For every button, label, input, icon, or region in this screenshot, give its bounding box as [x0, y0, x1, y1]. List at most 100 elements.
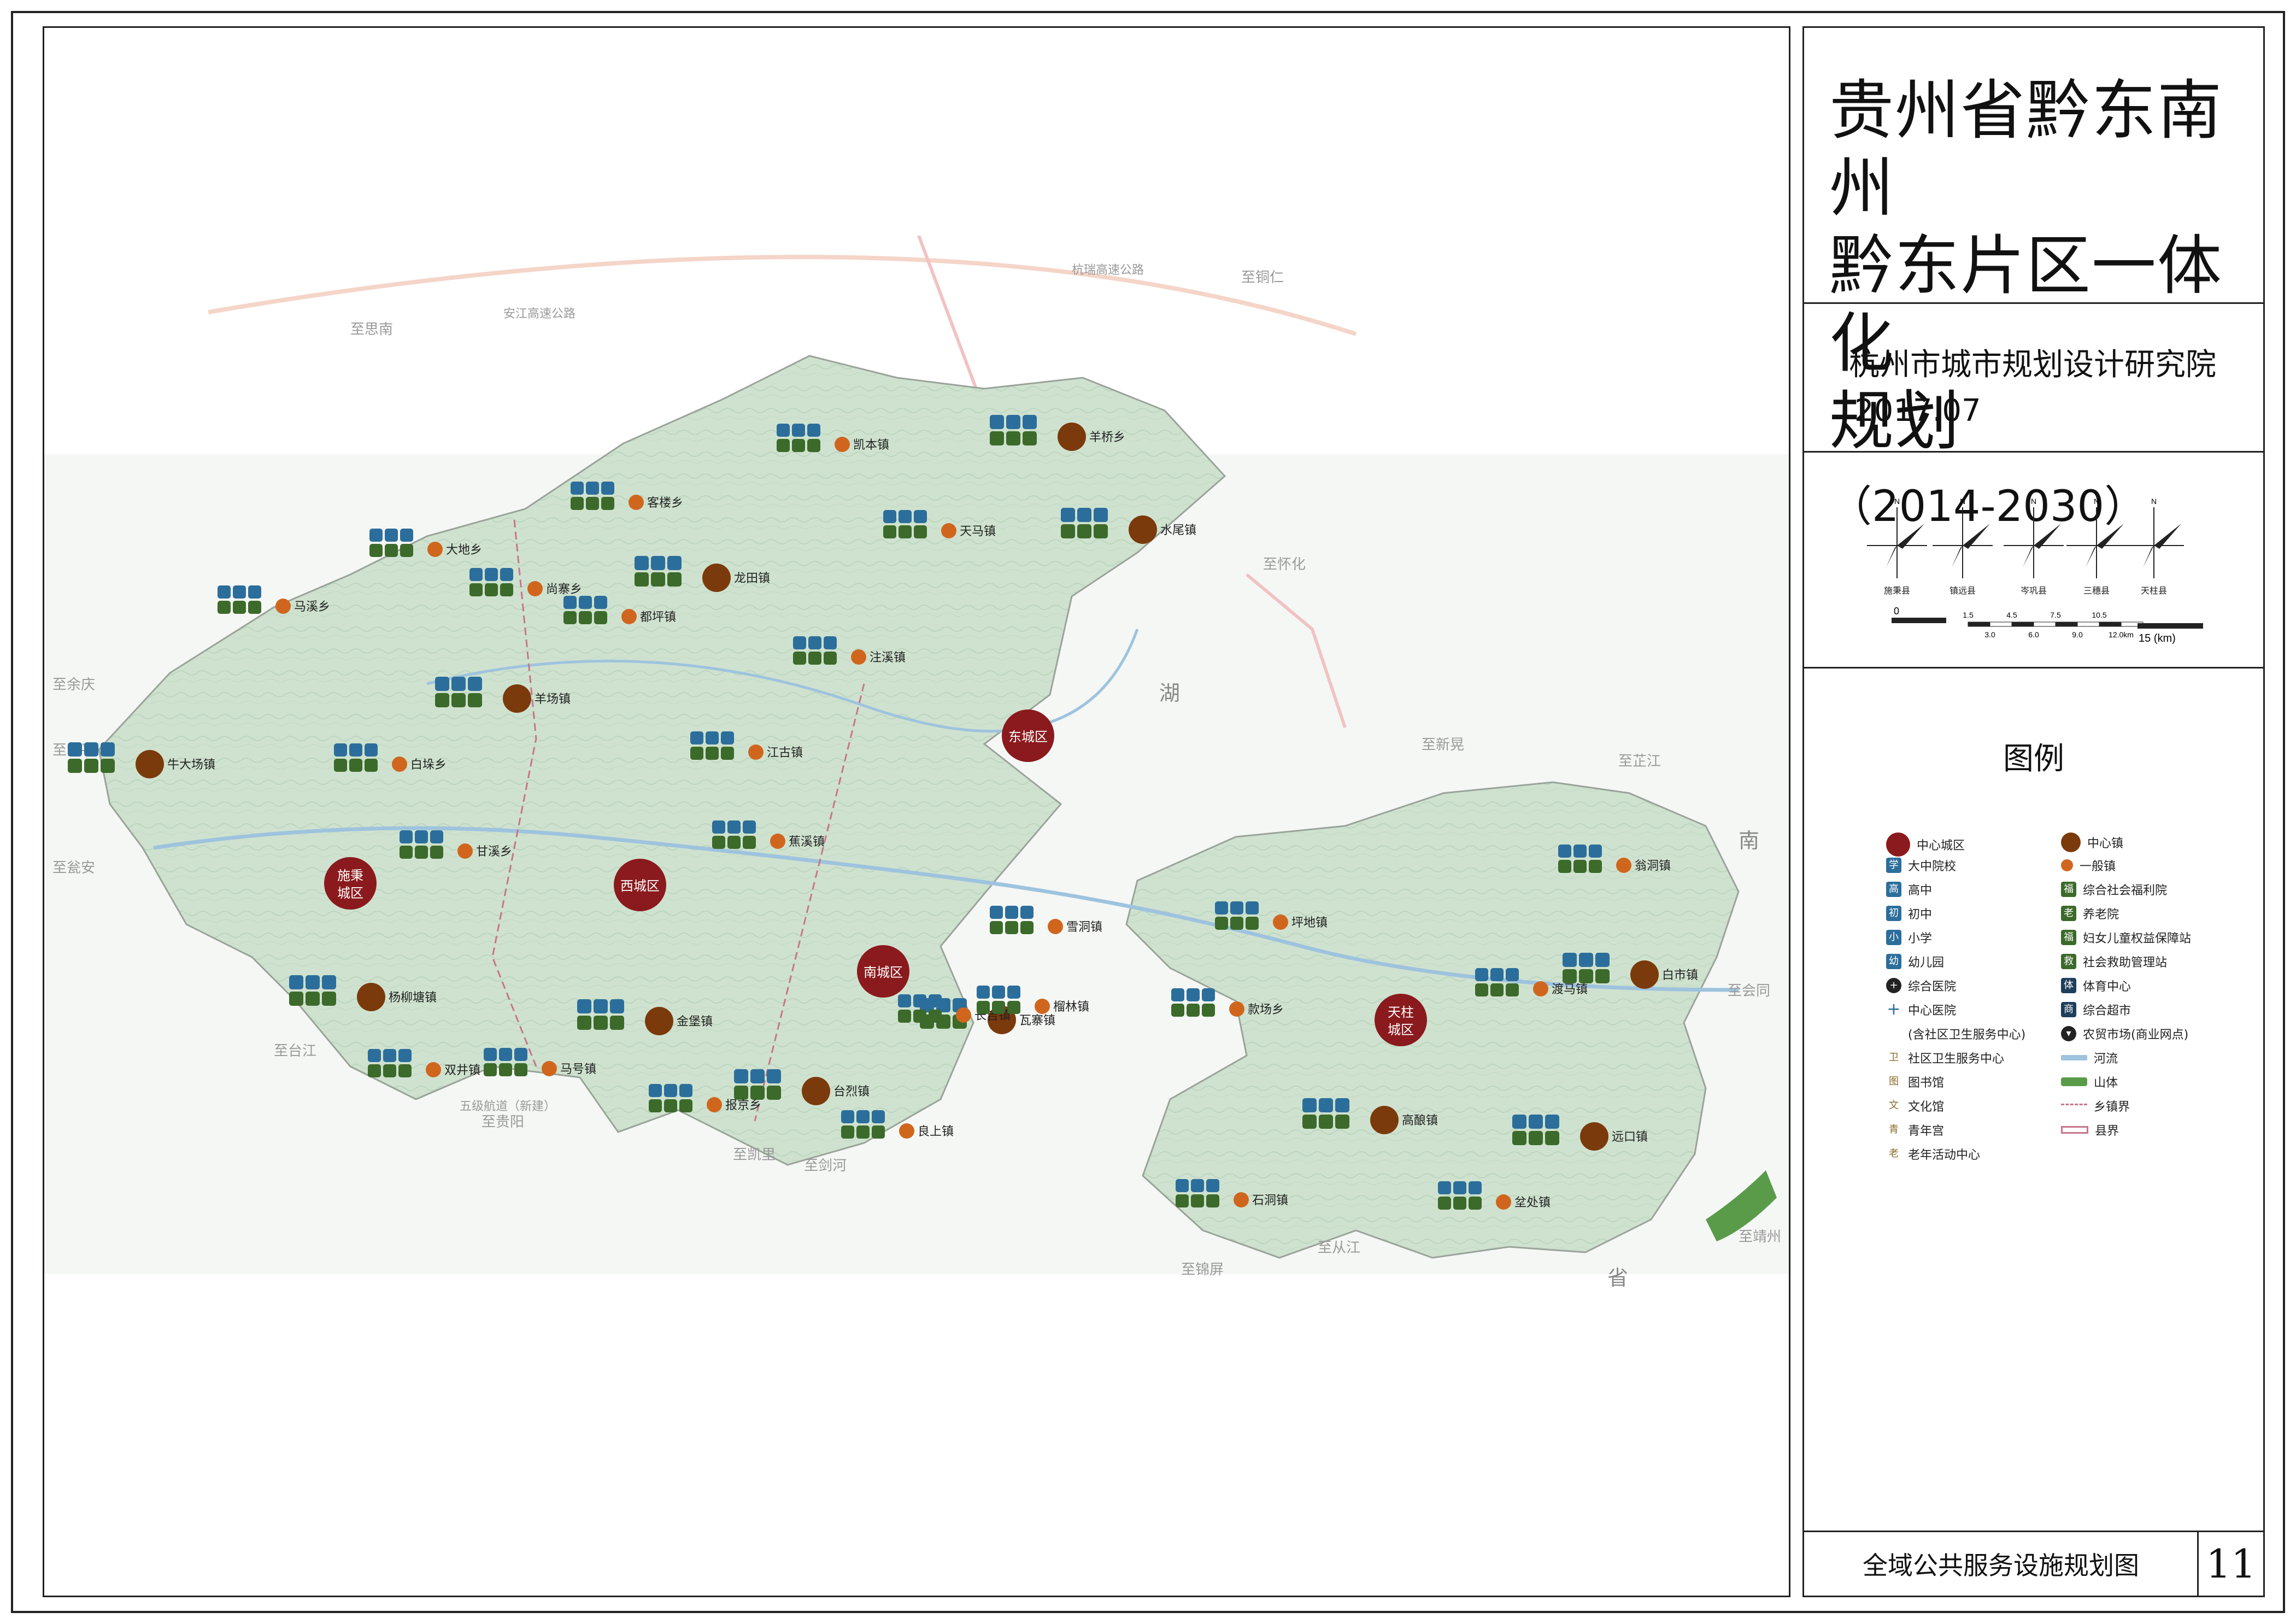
facility-chip	[1475, 968, 1488, 981]
general-town-11	[770, 834, 785, 849]
general-town-label: 报京乡	[725, 1098, 761, 1112]
facility-chip	[649, 1084, 662, 1097]
legend-item: ▾ 农贸市场(商业网点)	[2061, 1025, 2188, 1042]
facility-chip	[1573, 860, 1587, 873]
general-town-8	[748, 744, 764, 760]
title-line-1: 贵州省黔东南州	[1829, 73, 2223, 226]
facility-chip	[610, 999, 624, 1013]
district-label: 天柱	[1388, 1005, 1414, 1020]
facility-chip	[1006, 415, 1020, 429]
legend-item: 学大中院校	[1886, 857, 1956, 874]
label-nan: 南	[1739, 830, 1759, 853]
facility-chip	[1595, 969, 1610, 983]
scale-tick-label: 10.5	[2092, 611, 2106, 619]
facility-chip	[883, 510, 896, 523]
label-anjiang-highway: 安江高速公路	[503, 307, 576, 320]
plus-icon: +	[1887, 1000, 1901, 1019]
facility-chip	[1438, 1197, 1451, 1210]
legend-glyph-icon: 高	[1886, 882, 1901, 897]
facility-chip	[914, 510, 927, 523]
wind-rose-and-scale: N 施秉县 N 镇远县 N 岑巩县 N 三穗县 N 天柱县 0 1.5 3.0 4.5 6.0 7.5 9.…	[1867, 497, 2203, 644]
facility-chip	[727, 820, 741, 834]
legend-block: 图例 中心城区学大中院校高高中初初中小小学幼幼儿园 + 综合医院 + 中心医院 (含社区卫…	[1804, 669, 2263, 1532]
facility-chip	[793, 652, 806, 665]
general-town-label: 凯本镇	[853, 438, 889, 452]
town-boundary-icon	[2061, 1103, 2087, 1109]
legend-label: 山体	[2094, 1076, 2118, 1090]
general-town-21	[542, 1061, 557, 1076]
center-town-0	[1058, 423, 1086, 451]
facility-chip	[1007, 986, 1020, 999]
facility-chip	[610, 1016, 624, 1030]
general-town-20	[707, 1097, 722, 1112]
general-town-label: 尚寨乡	[546, 582, 582, 596]
facility-chip	[577, 1016, 591, 1030]
facility-chip	[977, 1001, 990, 1014]
general-town-label: 蕉溪镇	[789, 835, 825, 848]
facility-chip	[1094, 508, 1108, 522]
label-to-jingzhou: 至靖州	[1739, 1228, 1781, 1245]
legend-glyph-icon: 老	[1889, 1148, 1899, 1159]
facility-chip	[679, 1099, 692, 1112]
facility-chip	[712, 820, 725, 834]
legend-glyph-icon: 福	[2061, 930, 2076, 945]
facility-chip	[468, 677, 482, 691]
facility-chip	[1512, 1115, 1526, 1129]
facility-chip	[469, 583, 483, 596]
facility-chip	[322, 992, 336, 1006]
facility-chip	[808, 636, 821, 649]
legend-label: 中心城区	[1917, 839, 1965, 853]
center-town-label: 远口镇	[1612, 1130, 1648, 1144]
legend-label: 图书馆	[1908, 1076, 1945, 1090]
legend-item: 小小学	[1886, 929, 1932, 946]
facility-chip	[1506, 983, 1519, 996]
legend-item: 福综合社会福利院	[2061, 881, 2167, 898]
facility-chip	[1023, 415, 1037, 429]
general-town-label: 马溪乡	[294, 600, 330, 613]
facility-chip	[856, 1125, 870, 1139]
label-to-tongren: 至铜仁	[1241, 269, 1284, 285]
facility-chip	[1202, 988, 1215, 1001]
facility-chip	[1469, 1181, 1482, 1194]
facility-chip	[841, 1110, 854, 1123]
facility-chip	[334, 759, 347, 772]
facility-chip	[485, 568, 498, 581]
legend-item: 文文化馆	[1886, 1097, 1944, 1115]
center-town-label: 台烈镇	[833, 1084, 870, 1098]
center-town-6	[645, 1007, 673, 1035]
facility-chip	[68, 759, 82, 773]
legend-label: 中心医院	[1908, 1004, 1957, 1018]
facility-chip	[1545, 1115, 1559, 1129]
general-town-label: 都坪镇	[640, 610, 676, 624]
center-town-label: 羊桥乡	[1089, 430, 1125, 444]
legend-item: 卫社区卫生服务中心	[1886, 1049, 2004, 1066]
center-town-5	[357, 983, 385, 1011]
facility-chip	[365, 759, 378, 772]
center-town-7	[802, 1077, 830, 1105]
facility-chip	[841, 1125, 854, 1139]
facility-chip	[383, 1064, 396, 1077]
facility-chip	[485, 583, 498, 596]
district-label: 城区	[337, 886, 363, 901]
county-boundary-icon	[2061, 1126, 2088, 1134]
legend-glyph-icon: 幼	[1886, 954, 1901, 969]
facility-chip	[469, 568, 483, 581]
compass-scale-block: N 施秉县 N 镇远县 N 岑巩县 N 三穗县 N 天柱县 0 1.5 3.0 4.5 6.0 7.5 9.…	[1804, 453, 2263, 669]
facility-chip	[706, 747, 719, 760]
facility-chip	[400, 830, 413, 843]
svg-text:N: N	[2151, 497, 2157, 506]
legend-label: 综合社会福利院	[2083, 884, 2168, 898]
legend-glyph-icon: 卫	[1889, 1052, 1899, 1063]
general-town-label: 大地乡	[446, 543, 482, 556]
facility-chip	[721, 731, 734, 744]
facility-chip	[651, 572, 665, 587]
facility-chip	[594, 1016, 608, 1030]
facility-chip	[856, 1110, 870, 1123]
wind-rose-label: 三穗县	[2083, 586, 2110, 596]
legend-label: 综合医院	[1908, 980, 1957, 994]
district-label: 施秉	[337, 869, 363, 883]
facility-chip	[500, 568, 513, 581]
facility-chip	[1094, 524, 1108, 538]
scale-tick-label: 3.0	[1984, 630, 1995, 639]
legend-glyph-icon: 青	[1889, 1124, 1899, 1135]
